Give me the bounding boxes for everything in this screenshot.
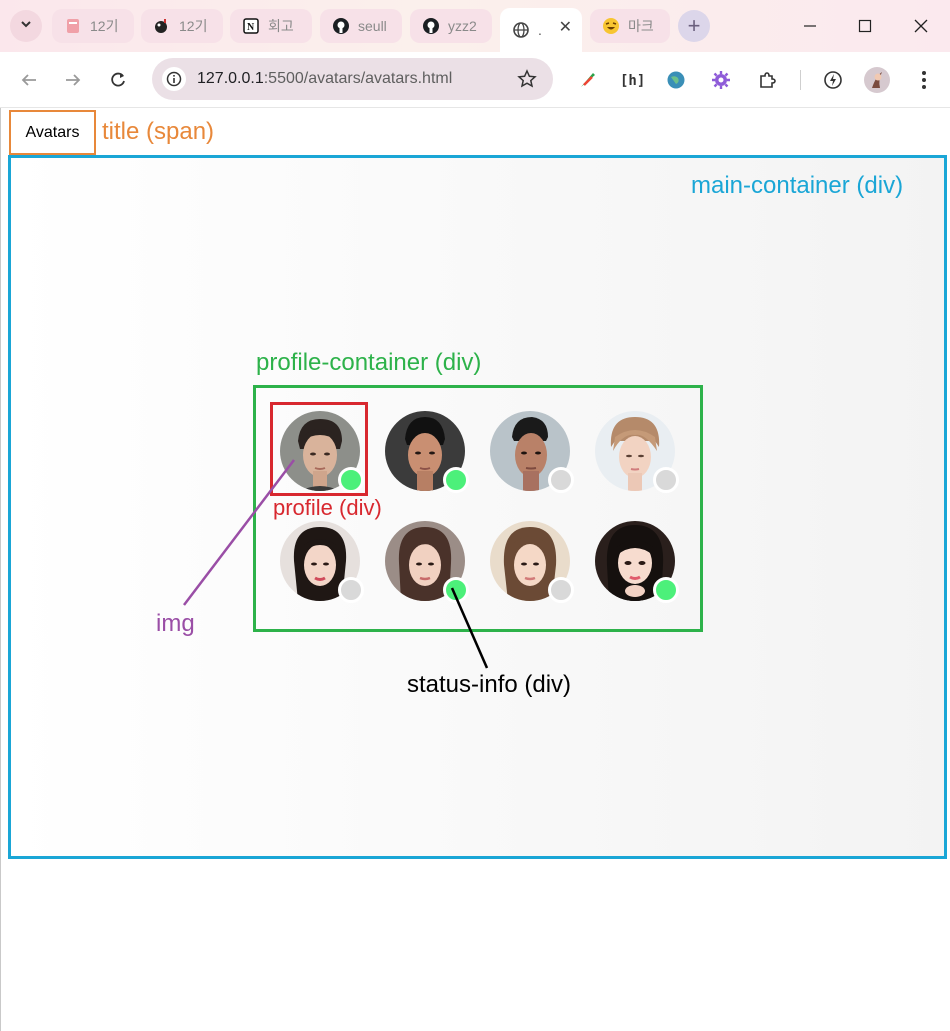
minimize-button[interactable] <box>795 12 825 40</box>
status-indicator <box>443 467 469 493</box>
address-bar[interactable]: 127.0.0.1:5500/avatars/avatars.html <box>152 58 553 100</box>
profile[interactable] <box>385 411 469 493</box>
svg-text:[h]: [h] <box>620 73 643 89</box>
chevron-down-icon <box>19 17 33 36</box>
bomb-icon <box>153 17 171 35</box>
tab-title: 마크 <box>628 18 654 34</box>
profile-container-annotation: profile-container (div) <box>256 349 482 376</box>
profile[interactable] <box>595 521 679 603</box>
svg-text:N: N <box>247 22 255 33</box>
tab-5[interactable]: yzz2 <box>410 9 492 43</box>
status-indicator <box>653 467 679 493</box>
tab-title: 12기 <box>90 18 119 34</box>
github-icon <box>422 17 440 35</box>
profile-annotation: profile (div) <box>273 495 382 520</box>
tab-title: 회고 <box>268 18 294 34</box>
tab-7[interactable]: 마크 <box>590 9 670 43</box>
extension-feather-icon[interactable] <box>574 66 602 94</box>
tab-2[interactable]: 12기 <box>141 9 223 43</box>
tab-strip: 12기 12기 N 회고 seull yzz2 . ✕ 마크 + <box>0 0 950 52</box>
profile[interactable] <box>595 411 679 493</box>
tab-search-button[interactable] <box>10 10 42 42</box>
profile[interactable] <box>280 521 364 603</box>
url-path: :5500/avatars/avatars.html <box>263 70 453 87</box>
profile[interactable] <box>490 521 574 603</box>
extension-gear-icon[interactable] <box>707 66 735 94</box>
tab-title: 12기 <box>179 18 208 34</box>
globe-icon <box>512 21 530 39</box>
url-host: 127.0.0.1 <box>197 70 264 87</box>
extension-globe-icon[interactable] <box>662 66 690 94</box>
status-info-annotation: status-info (div) <box>407 671 572 698</box>
status-indicator <box>443 577 469 603</box>
browser-toolbar: 127.0.0.1:5500/avatars/avatars.html [h] <box>0 52 950 108</box>
status-indicator <box>338 577 364 603</box>
new-tab-button[interactable]: + <box>678 10 710 42</box>
tab-1[interactable]: 12기 <box>52 9 134 43</box>
back-button[interactable] <box>14 65 44 95</box>
title-span-box: Avatars <box>9 110 96 155</box>
github-icon <box>332 17 350 35</box>
extension-bracket-icon[interactable]: [h] <box>617 66 645 94</box>
tab-title: . <box>538 22 542 38</box>
emoji-laugh-icon <box>602 17 620 35</box>
profile-avatar[interactable] <box>863 66 891 94</box>
tab-title: yzz2 <box>448 18 477 34</box>
maximize-button[interactable] <box>850 12 880 40</box>
notes-icon <box>64 17 82 35</box>
status-indicator <box>338 467 364 493</box>
profile[interactable] <box>385 521 469 603</box>
title-annotation: title (span) <box>102 118 215 145</box>
extensions-puzzle-icon[interactable] <box>753 66 781 94</box>
bookmark-star-icon[interactable] <box>515 67 539 91</box>
tab-4[interactable]: seull <box>320 9 402 43</box>
more-menu-icon[interactable] <box>910 66 938 94</box>
status-indicator <box>653 577 679 603</box>
toolbar-separator <box>800 70 801 90</box>
status-indicator <box>548 577 574 603</box>
reload-button[interactable] <box>103 65 133 95</box>
tab-3[interactable]: N 회고 <box>230 9 312 43</box>
main-container-annotation: main-container (div) <box>691 172 904 199</box>
url-text: 127.0.0.1:5500/avatars/avatars.html <box>197 70 452 88</box>
close-window-button[interactable] <box>906 12 936 40</box>
profile[interactable] <box>280 411 364 493</box>
forward-button[interactable] <box>58 65 88 95</box>
img-annotation: img <box>156 610 195 637</box>
page-title: Avatars <box>25 123 80 141</box>
tab-title: seull <box>358 18 387 34</box>
status-indicator <box>548 467 574 493</box>
close-tab-icon[interactable]: ✕ <box>559 20 572 36</box>
site-info-icon[interactable] <box>162 67 186 91</box>
performance-icon[interactable] <box>819 66 847 94</box>
notion-icon: N <box>242 17 260 35</box>
browser-chrome: 12기 12기 N 회고 seull yzz2 . ✕ 마크 + 127.0.0… <box>0 0 950 108</box>
tab-active[interactable]: . ✕ <box>500 8 582 52</box>
page-viewport: Avatars title (span) main-container (div… <box>0 108 950 1031</box>
profile[interactable] <box>490 411 574 493</box>
